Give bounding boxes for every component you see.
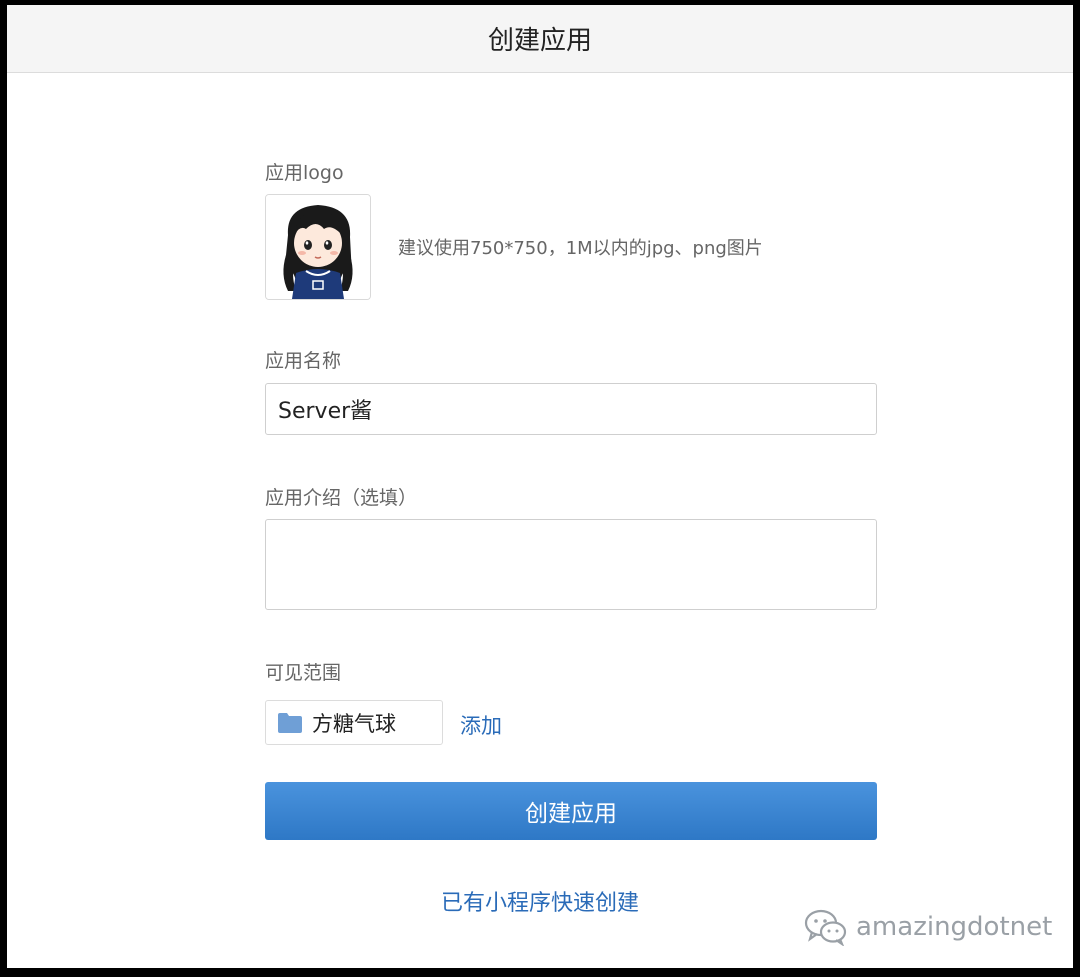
visibility-scope-name: 方糖气球: [312, 711, 396, 736]
folder-icon: [278, 712, 302, 733]
app-description-textarea[interactable]: [265, 519, 877, 610]
page-title: 创建应用: [487, 26, 592, 56]
app-name-input[interactable]: Server酱: [265, 383, 877, 435]
wechat-icon: [804, 909, 847, 946]
description-label: 应用介绍（选填）: [265, 487, 418, 509]
watermark: amazingdotnet: [804, 908, 1052, 946]
logo-label: 应用logo: [265, 162, 344, 184]
title-bar: 创建应用: [7, 5, 1073, 73]
logo-hint: 建议使用750*750，1M以内的jpg、png图片: [398, 238, 763, 259]
visibility-scope-item[interactable]: 方糖气球: [265, 700, 443, 745]
visibility-label: 可见范围: [265, 662, 342, 684]
create-app-button[interactable]: 创建应用: [265, 782, 877, 840]
add-visibility-link[interactable]: 添加: [460, 710, 502, 740]
app-name-value: Server酱: [278, 399, 373, 424]
name-label: 应用名称: [265, 350, 342, 372]
create-app-window: 创建应用 应用logo 建议使用750*750，1M以内的jpg、png图片 应…: [7, 5, 1073, 968]
logo-upload[interactable]: [265, 194, 371, 300]
watermark-text: amazingdotnet: [856, 912, 1053, 942]
avatar-image: [266, 195, 370, 299]
